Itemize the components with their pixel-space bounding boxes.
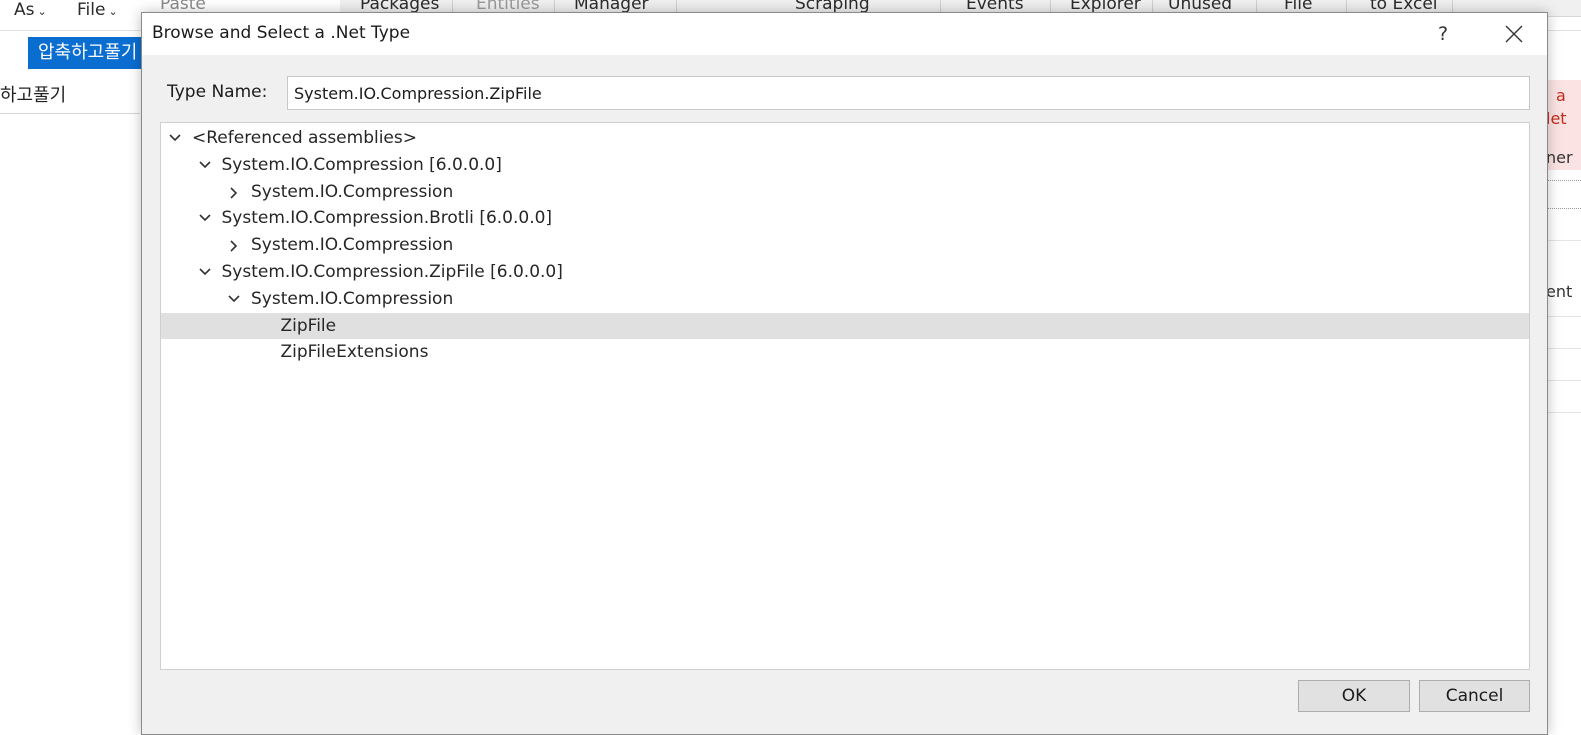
dialog-title: Browse and Select a .Net Type <box>152 23 411 43</box>
ok-button[interactable]: OK <box>1298 680 1410 712</box>
chevron-right-icon[interactable] <box>226 232 242 258</box>
type-name-input[interactable] <box>287 76 1530 110</box>
chevron-down-icon[interactable] <box>197 152 213 178</box>
tree-item-label: System.IO.Compression [6.0.0.0] <box>221 154 502 175</box>
tree-item-node[interactable]: System.IO.Compression.ZipFile [6.0.0.0] <box>161 259 1529 285</box>
document-line-text: 하고풀기 <box>0 85 67 106</box>
dialog-titlebar: Browse and Select a .Net Type ? <box>142 13 1547 55</box>
fragment-text: a <box>1556 86 1566 105</box>
chevron-down-icon: ⌄ <box>108 5 118 18</box>
ribbon-file-label: File <box>77 0 106 20</box>
help-button[interactable]: ? <box>1425 17 1461 51</box>
type-name-label: Type Name: <box>167 82 268 102</box>
ribbon-file-dropdown[interactable]: File ⌄ <box>77 0 118 25</box>
tree-item-label: <Referenced assemblies> <box>192 128 417 148</box>
fragment-text: ent <box>1546 282 1573 301</box>
cancel-button[interactable]: Cancel <box>1419 680 1530 712</box>
chevron-down-icon[interactable] <box>226 286 242 312</box>
tree-item-node[interactable]: System.IO.Compression <box>161 232 1529 258</box>
chevron-down-icon[interactable] <box>197 259 213 285</box>
tree-item-label: System.IO.Compression.ZipFile [6.0.0.0] <box>221 262 563 282</box>
chevron-down-icon[interactable] <box>197 205 213 231</box>
tree-item-type[interactable]: ZipFileExtensions <box>161 339 1529 365</box>
close-icon <box>1505 25 1523 43</box>
tree-item-label: System.IO.Compression <box>251 235 454 256</box>
tree-item-label: ZipFileExtensions <box>280 342 429 363</box>
tree-item-node[interactable]: System.IO.Compression [6.0.0.0] <box>161 152 1529 178</box>
close-button[interactable] <box>1492 17 1536 51</box>
tree-item-type[interactable]: ZipFile <box>161 312 1529 339</box>
background-right-panel: a let ner ent <box>1546 40 1581 735</box>
tree-item-node[interactable]: System.IO.Compression.Brotli [6.0.0.0] <box>161 205 1529 231</box>
tree-item-label: System.IO.Compression.Brotli [6.0.0.0] <box>221 208 553 229</box>
browse-net-type-dialog: Browse and Select a .Net Type ? Type Nam… <box>141 12 1548 735</box>
fragment-text: ner <box>1546 148 1573 167</box>
ribbon-as-dropdown[interactable]: As ⌄ <box>14 0 47 25</box>
chevron-down-icon[interactable] <box>167 125 183 151</box>
tree-item-node[interactable]: System.IO.Compression <box>161 179 1529 205</box>
tree-item-node[interactable]: <Referenced assemblies> <box>161 125 1529 151</box>
tree-item-label: System.IO.Compression <box>251 181 454 202</box>
document-tab[interactable]: 압축하고풀기 <box>28 37 148 69</box>
chevron-right-icon[interactable] <box>226 179 242 205</box>
tree-item-label: System.IO.Compression <box>251 288 454 309</box>
type-tree[interactable]: <Referenced assemblies> System.IO.Compres… <box>160 122 1530 670</box>
tree-item-label: ZipFile <box>280 315 337 336</box>
chevron-down-icon: ⌄ <box>37 5 47 18</box>
divider <box>0 113 140 114</box>
tree-item-node[interactable]: System.IO.Compression <box>161 286 1529 312</box>
ribbon-as-label: As <box>14 0 35 20</box>
fragment-text: let <box>1546 109 1567 128</box>
